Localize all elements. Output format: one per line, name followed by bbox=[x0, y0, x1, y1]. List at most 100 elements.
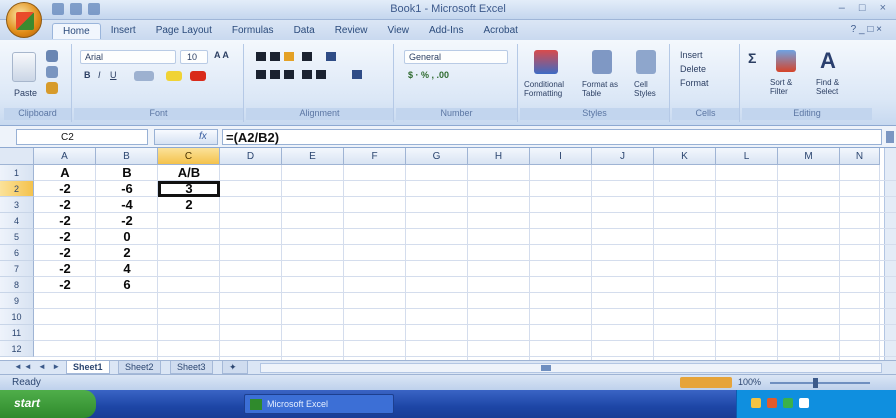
font-name-select[interactable]: Arial bbox=[80, 50, 176, 64]
decrease-indent-icon[interactable] bbox=[302, 70, 312, 79]
office-button[interactable] bbox=[6, 2, 42, 38]
sort-filter-label[interactable]: Sort & Filter bbox=[770, 78, 810, 96]
row-header-2[interactable]: 2 bbox=[0, 181, 34, 197]
sheet-tab-sheet1[interactable]: Sheet1 bbox=[66, 361, 110, 374]
grow-font-icon[interactable]: A A bbox=[214, 50, 229, 60]
column-header-b[interactable]: B bbox=[96, 148, 158, 165]
sheet-tab-sheet2[interactable]: Sheet2 bbox=[118, 361, 161, 374]
expand-formula-bar-icon[interactable] bbox=[886, 131, 894, 143]
insert-cells-button[interactable]: Insert bbox=[680, 50, 703, 60]
tab-formulas[interactable]: Formulas bbox=[222, 23, 284, 39]
tab-insert[interactable]: Insert bbox=[101, 23, 146, 39]
column-header-c[interactable]: C bbox=[158, 148, 220, 165]
paste-label[interactable]: Paste bbox=[14, 88, 37, 98]
tab-page-layout[interactable]: Page Layout bbox=[146, 23, 222, 39]
cell-a3[interactable]: -2 bbox=[34, 197, 96, 213]
tab-add-ins[interactable]: Add-Ins bbox=[419, 23, 473, 39]
row-header-12[interactable]: 12 bbox=[0, 341, 34, 357]
active-cell-selection[interactable] bbox=[158, 181, 220, 197]
select-all-button[interactable] bbox=[0, 148, 34, 165]
start-button[interactable]: start bbox=[0, 390, 96, 418]
sheet-tab-sheet3[interactable]: Sheet3 bbox=[170, 361, 213, 374]
cell-b1[interactable]: B bbox=[96, 165, 158, 181]
cell-b6[interactable]: 2 bbox=[96, 245, 158, 261]
column-header-m[interactable]: M bbox=[778, 148, 840, 165]
insert-sheet-icon[interactable]: ✦ bbox=[222, 361, 248, 374]
align-right-icon[interactable] bbox=[284, 70, 294, 79]
cell-a7[interactable]: -2 bbox=[34, 261, 96, 277]
merge-center-icon[interactable] bbox=[352, 70, 362, 79]
row-header-5[interactable]: 5 bbox=[0, 229, 34, 245]
row-header-4[interactable]: 4 bbox=[0, 213, 34, 229]
column-header-g[interactable]: G bbox=[406, 148, 468, 165]
zoom-level[interactable]: 100% bbox=[738, 377, 761, 387]
tray-icon[interactable] bbox=[751, 398, 761, 408]
align-bottom-icon[interactable] bbox=[284, 52, 294, 61]
row-header-11[interactable]: 11 bbox=[0, 325, 34, 341]
horizontal-scroll-thumb[interactable] bbox=[541, 365, 551, 371]
paste-icon[interactable] bbox=[12, 52, 36, 82]
conditional-formatting-label[interactable]: Conditional Formatting bbox=[524, 80, 578, 98]
tray-icon[interactable] bbox=[783, 398, 793, 408]
cut-icon[interactable] bbox=[46, 50, 58, 62]
column-header-f[interactable]: F bbox=[344, 148, 406, 165]
font-color-icon[interactable] bbox=[190, 71, 206, 81]
cell-b7[interactable]: 4 bbox=[96, 261, 158, 277]
cell-c3[interactable]: 2 bbox=[158, 197, 220, 213]
cell-a6[interactable]: -2 bbox=[34, 245, 96, 261]
increase-indent-icon[interactable] bbox=[316, 70, 326, 79]
cell-c1[interactable]: A/B bbox=[158, 165, 220, 181]
format-painter-icon[interactable] bbox=[46, 82, 58, 94]
tray-icon[interactable] bbox=[799, 398, 809, 408]
column-header-h[interactable]: H bbox=[468, 148, 530, 165]
view-buttons[interactable] bbox=[680, 377, 732, 388]
row-header-7[interactable]: 7 bbox=[0, 261, 34, 277]
align-left-icon[interactable] bbox=[256, 70, 266, 79]
cell-b8[interactable]: 6 bbox=[96, 277, 158, 293]
find-select-label[interactable]: Find & Select bbox=[816, 78, 860, 96]
row-header-8[interactable]: 8 bbox=[0, 277, 34, 293]
cell-a1[interactable]: A bbox=[34, 165, 96, 181]
cell-b2[interactable]: -6 bbox=[96, 181, 158, 197]
column-header-a[interactable]: A bbox=[34, 148, 96, 165]
bold-icon[interactable]: B bbox=[84, 70, 91, 80]
tab-home[interactable]: Home bbox=[52, 23, 101, 39]
align-middle-icon[interactable] bbox=[270, 52, 280, 61]
cell-styles-icon[interactable] bbox=[636, 50, 656, 74]
align-top-icon[interactable] bbox=[256, 52, 266, 61]
minimize-icon[interactable]: – bbox=[839, 2, 845, 14]
delete-cells-button[interactable]: Delete bbox=[680, 64, 706, 74]
tab-review[interactable]: Review bbox=[325, 23, 378, 39]
cell-a5[interactable]: -2 bbox=[34, 229, 96, 245]
format-as-table-label[interactable]: Format as Table bbox=[582, 80, 626, 98]
tab-data[interactable]: Data bbox=[284, 23, 325, 39]
cell-a4[interactable]: -2 bbox=[34, 213, 96, 229]
font-size-select[interactable]: 10 bbox=[180, 50, 208, 64]
row-header-3[interactable]: 3 bbox=[0, 197, 34, 213]
format-cells-button[interactable]: Format bbox=[680, 78, 709, 88]
worksheet-grid[interactable]: A B C D E F G H I J K L M N 1 2 3 4 5 6 7 8 9 10 11 12 A -2 -2 -2 -2 -2… bbox=[0, 148, 896, 360]
cell-b4[interactable]: -2 bbox=[96, 213, 158, 229]
cell-a8[interactable]: -2 bbox=[34, 277, 96, 293]
fill-color-icon[interactable] bbox=[166, 71, 182, 81]
name-box[interactable]: C2 bbox=[16, 129, 148, 145]
number-format-select[interactable]: General bbox=[404, 50, 508, 64]
column-header-i[interactable]: I bbox=[530, 148, 592, 165]
column-header-n[interactable]: N bbox=[840, 148, 880, 165]
format-as-table-icon[interactable] bbox=[592, 50, 612, 74]
row-header-9[interactable]: 9 bbox=[0, 293, 34, 309]
row-header-6[interactable]: 6 bbox=[0, 245, 34, 261]
cell-styles-label[interactable]: Cell Styles bbox=[634, 80, 668, 98]
column-header-k[interactable]: K bbox=[654, 148, 716, 165]
zoom-slider[interactable] bbox=[770, 382, 870, 384]
tray-icon[interactable] bbox=[767, 398, 777, 408]
cell-b3[interactable]: -4 bbox=[96, 197, 158, 213]
close-icon[interactable]: × bbox=[880, 2, 886, 14]
taskbar-item-excel[interactable]: Microsoft Excel bbox=[244, 394, 394, 414]
autosum-icon[interactable]: Σ bbox=[748, 50, 756, 66]
column-header-l[interactable]: L bbox=[716, 148, 778, 165]
italic-icon[interactable]: I bbox=[98, 70, 101, 80]
sort-filter-icon[interactable] bbox=[776, 50, 796, 72]
orientation-icon[interactable] bbox=[302, 52, 312, 61]
insert-function-icon[interactable]: fx bbox=[199, 131, 207, 142]
